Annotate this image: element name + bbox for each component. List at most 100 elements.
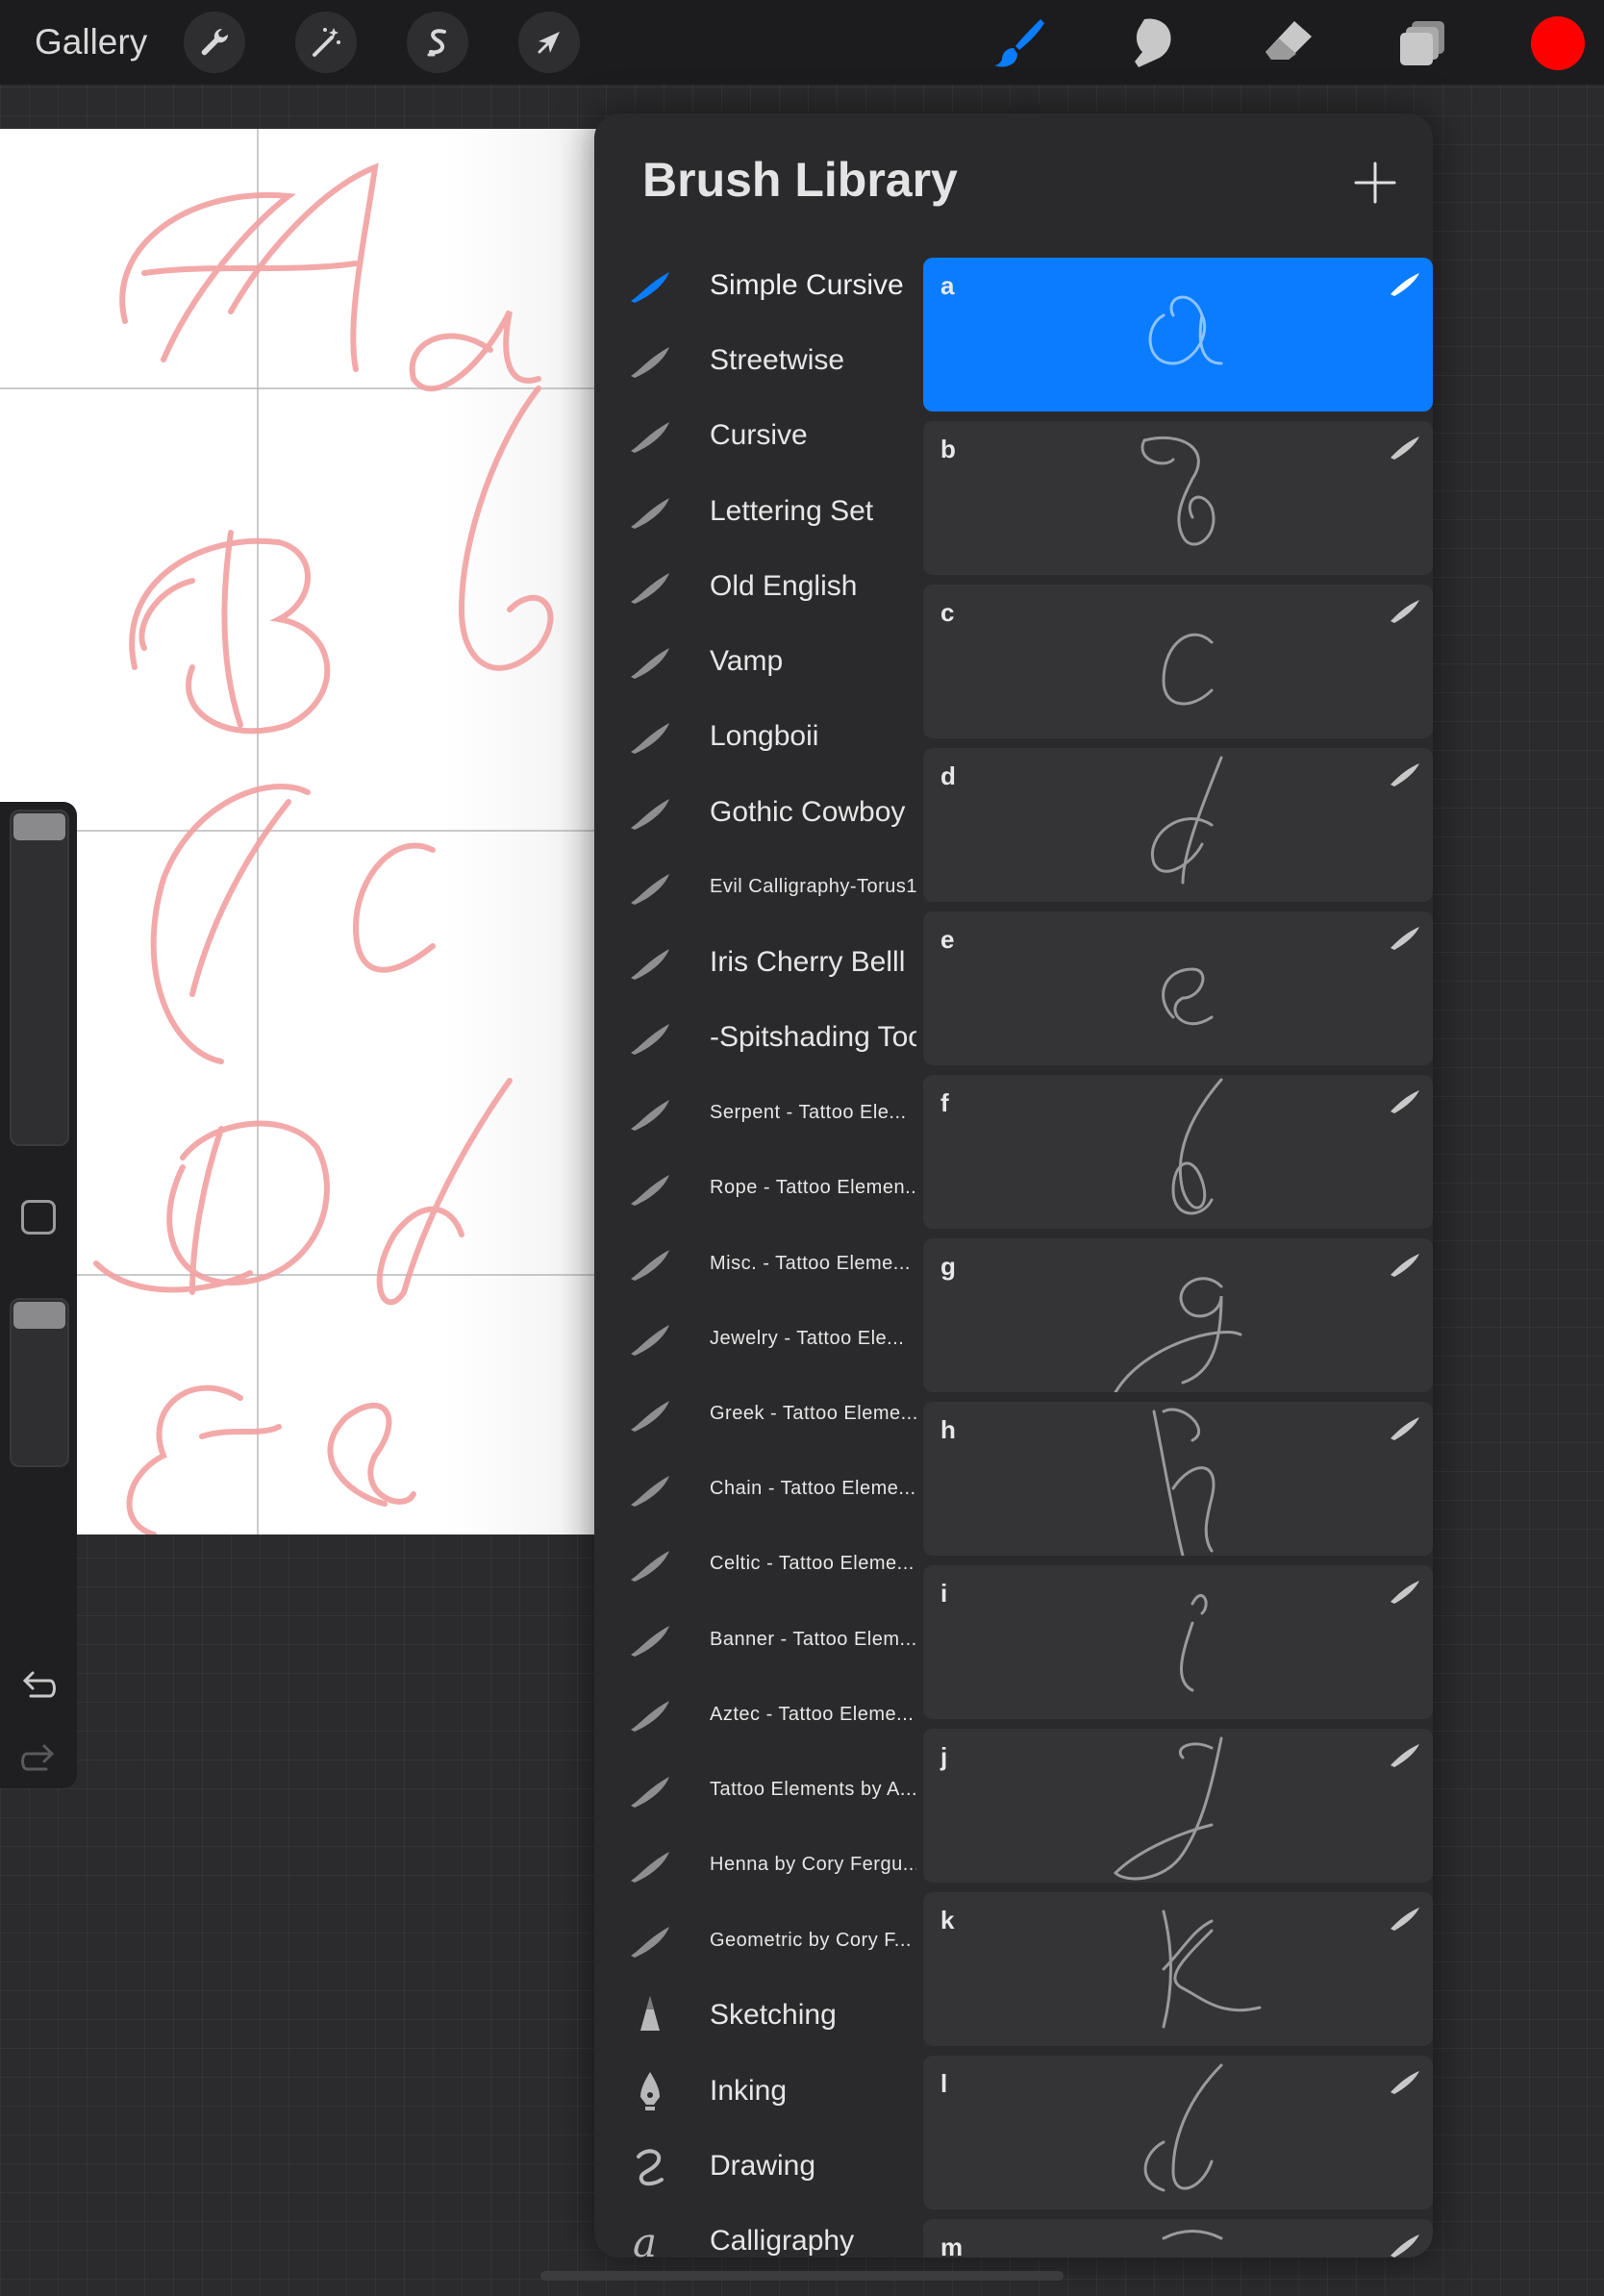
gallery-button[interactable]: Gallery	[35, 19, 147, 65]
brush-set-item[interactable]: Tattoo Elements by A...	[594, 1757, 921, 1824]
brush-stroke-icon	[1389, 1250, 1421, 1279]
brush-set-item[interactable]: Chain - Tattoo Eleme...	[594, 1456, 921, 1523]
brush-set-item[interactable]: Greek - Tattoo Eleme...	[594, 1381, 921, 1448]
brush-set-item[interactable]: Longboii	[594, 703, 921, 770]
brush-library-panel: Brush Library Simple Cursive Streetwise C…	[594, 113, 1433, 2258]
brush-card[interactable]: j	[923, 1729, 1433, 1883]
brush-card[interactable]: f	[923, 1075, 1433, 1229]
brush-stroke-icon	[627, 864, 673, 911]
selection-s-icon[interactable]	[407, 12, 468, 73]
brush-set-item[interactable]: Rope - Tattoo Elemen...	[594, 1155, 921, 1222]
brush-stroke-icon	[627, 1917, 673, 1963]
brush-card[interactable]: d	[923, 748, 1433, 902]
slider-icon[interactable]	[13, 1302, 65, 1329]
brush-size-slider[interactable]	[10, 810, 69, 1146]
smudge-finger-icon[interactable]	[1121, 10, 1187, 75]
magic-wand-icon[interactable]	[295, 12, 357, 73]
brush-set-label: Greek - Tattoo Eleme...	[710, 1403, 916, 1424]
brush-card[interactable]: k	[923, 1892, 1433, 2046]
brush-stroke-icon	[1389, 596, 1421, 625]
brush-set-item[interactable]: Banner - Tattoo Elem...	[594, 1606, 921, 1673]
brush-set-item[interactable]: Streetwise	[594, 327, 921, 394]
square-modify-icon[interactable]	[21, 1200, 56, 1235]
popover-arrow	[1004, 88, 1046, 113]
brush-stroke-icon	[627, 1391, 673, 1437]
brush-stroke-preview	[1067, 258, 1298, 412]
brush-set-item[interactable]: Simple Cursive	[594, 252, 921, 319]
brush-set-item[interactable]: Old English	[594, 553, 921, 620]
brush-card[interactable]: a	[923, 258, 1433, 412]
color-swatch-button[interactable]	[1531, 16, 1585, 70]
brush-name: e	[940, 925, 955, 954]
squiggle-icon	[627, 2143, 673, 2189]
brush-stroke-icon	[1389, 923, 1421, 952]
brush-card[interactable]: m	[923, 2219, 1433, 2258]
brush-set-item[interactable]: Geometric by Cory F...	[594, 1907, 921, 1974]
brush-stroke-icon	[627, 1165, 673, 1211]
brush-stroke-icon	[627, 1014, 673, 1061]
brush-name: m	[940, 2233, 964, 2258]
brush-stroke-icon	[1389, 2231, 1421, 2258]
brush-card[interactable]: h	[923, 1402, 1433, 1558]
brush-card[interactable]: l	[923, 2056, 1433, 2209]
pencil-tip-icon	[627, 1992, 673, 2038]
brush-stroke-icon	[627, 488, 673, 535]
brush-set-item[interactable]: -Spitshading Tool-	[594, 1004, 921, 1071]
brush-name: g	[940, 1252, 956, 1281]
brush-card[interactable]: e	[923, 911, 1433, 1065]
brush-stroke-preview	[1067, 911, 1298, 1065]
left-sidebar	[0, 802, 77, 1788]
brush-set-item[interactable]: Vamp	[594, 628, 921, 695]
brush-set-item[interactable]: Serpent - Tattoo Ele...	[594, 1080, 921, 1147]
brush-icon[interactable]	[987, 10, 1052, 75]
brush-stroke-icon	[627, 1767, 673, 1813]
brush-set-label: Geometric by Cory F...	[710, 1929, 912, 1951]
brush-set-item[interactable]: Jewelry - Tattoo Ele...	[594, 1305, 921, 1372]
brush-card[interactable]: c	[923, 585, 1433, 738]
brush-set-item[interactable]: Sketching	[594, 1982, 921, 2049]
brush-set-item[interactable]: a Calligraphy	[594, 2208, 921, 2258]
brush-set-item[interactable]: Gothic Cowboy	[594, 779, 921, 846]
undo-arrow-icon[interactable]	[17, 1667, 60, 1706]
brush-set-item[interactable]: Celtic - Tattoo Eleme...	[594, 1531, 921, 1598]
drawing-canvas[interactable]	[0, 129, 615, 1535]
wrench-icon[interactable]	[184, 12, 245, 73]
brush-stroke-preview	[1067, 748, 1298, 902]
brush-stroke-preview	[1067, 1402, 1298, 1558]
brush-set-label: Misc. - Tattoo Eleme...	[710, 1252, 911, 1274]
brush-set-label: Gothic Cowboy	[710, 795, 906, 828]
brush-set-label: Henna by Cory Fergu...	[710, 1854, 916, 1876]
brush-stroke-preview	[1067, 1075, 1298, 1229]
brush-set-item[interactable]: Henna by Cory Fergu...	[594, 1832, 921, 1899]
plus-icon[interactable]	[1346, 154, 1404, 212]
brush-stroke-icon	[627, 638, 673, 685]
brush-set-item[interactable]: Cursive	[594, 402, 921, 469]
brush-stroke-icon	[627, 1090, 673, 1136]
brush-name: i	[940, 1579, 948, 1608]
brush-stroke-preview	[1067, 421, 1298, 575]
slider-icon[interactable]	[13, 813, 65, 840]
calligraphy-a-icon: a	[627, 2218, 673, 2258]
layers-icon[interactable]	[1391, 10, 1456, 75]
brush-set-item[interactable]: Misc. - Tattoo Eleme...	[594, 1230, 921, 1297]
opacity-slider[interactable]	[10, 1298, 69, 1467]
brush-card[interactable]: b	[923, 421, 1433, 575]
brush-card[interactable]: i	[923, 1565, 1433, 1719]
brush-card[interactable]: g	[923, 1238, 1433, 1394]
brush-set-item[interactable]: Iris Cherry Belll	[594, 929, 921, 996]
brush-name: c	[940, 598, 955, 627]
eraser-icon[interactable]	[1256, 10, 1321, 75]
brush-set-item[interactable]: Aztec - Tattoo Eleme...	[594, 1681, 921, 1748]
brush-stroke-icon	[1389, 1577, 1421, 1606]
brush-stroke-icon	[627, 1240, 673, 1286]
brush-set-item[interactable]: Drawing	[594, 2133, 921, 2200]
brush-set-item[interactable]: Evil Calligraphy-Torus1	[594, 854, 921, 921]
brush-set-item[interactable]: Inking	[594, 2058, 921, 2125]
redo-arrow-icon[interactable]	[17, 1740, 60, 1779]
arrow-cursor-icon[interactable]	[518, 12, 580, 73]
brush-set-label: Vamp	[710, 645, 784, 678]
brush-stroke-icon	[1389, 1740, 1421, 1769]
brush-set-item[interactable]: Lettering Set	[594, 478, 921, 545]
brush-stroke-icon	[627, 563, 673, 610]
brush-set-label: Inking	[710, 2074, 788, 2107]
